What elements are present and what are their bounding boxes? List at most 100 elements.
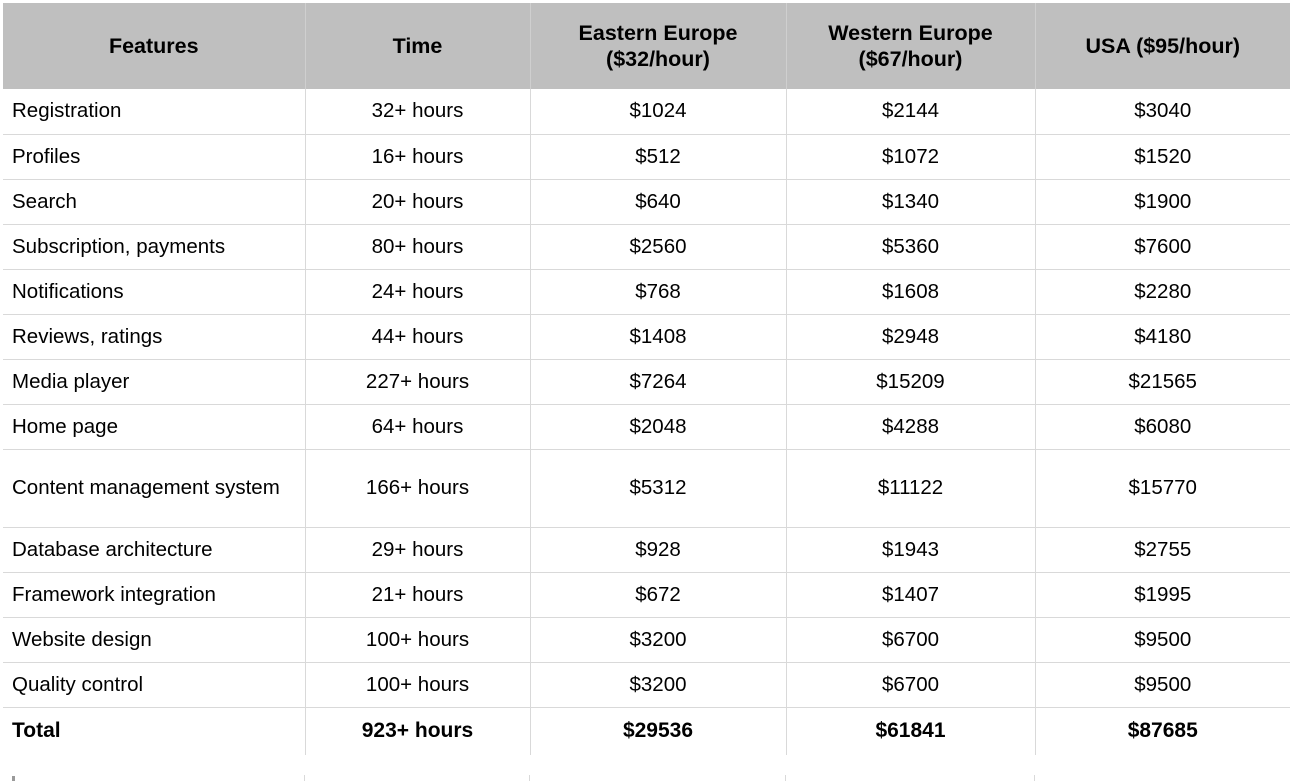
table-row: Profiles 16+ hours $512 $1072 $1520 <box>3 134 1290 180</box>
cell-feature: Search <box>3 179 306 225</box>
cell-time: 16+ hours <box>305 134 531 180</box>
cell-feature: Content management system <box>3 449 306 528</box>
cell-western-europe: $6700 <box>786 617 1036 663</box>
table-row: Website design 100+ hours $3200 $6700 $9… <box>3 617 1290 663</box>
cell-usa: $7600 <box>1035 224 1290 270</box>
cost-estimate-table: Features Time Eastern Europe ($32/hour) … <box>3 3 1290 755</box>
cell-western-europe: $11122 <box>786 449 1036 528</box>
column-header-western-europe-line1: Western Europe <box>828 21 993 45</box>
cell-time: 100+ hours <box>305 662 531 708</box>
cell-western-europe: $2144 <box>786 89 1036 135</box>
cell-usa: $3040 <box>1035 89 1290 135</box>
cell-usa: $9500 <box>1035 617 1290 663</box>
clipped-row-segment-time <box>305 775 530 781</box>
table-row: Framework integration 21+ hours $672 $14… <box>3 572 1290 618</box>
cell-eastern-europe: $512 <box>530 134 787 180</box>
table-row: Content management system 166+ hours $53… <box>3 449 1290 528</box>
clipped-row-text-fragment <box>12 776 15 781</box>
cell-eastern-europe: $2560 <box>530 224 787 270</box>
table-row: Notifications 24+ hours $768 $1608 $2280 <box>3 269 1290 315</box>
clipped-row-segment-usa <box>1035 775 1290 781</box>
table-row: Quality control 100+ hours $3200 $6700 $… <box>3 662 1290 708</box>
cell-western-europe: $6700 <box>786 662 1036 708</box>
table-header: Features Time Eastern Europe ($32/hour) … <box>3 3 1290 89</box>
cell-time: 21+ hours <box>305 572 531 618</box>
table-row: Registration 32+ hours $1024 $2144 $3040 <box>3 89 1290 135</box>
table-row: Media player 227+ hours $7264 $15209 $21… <box>3 359 1290 405</box>
cell-total-time: 923+ hours <box>305 707 531 755</box>
cell-feature: Home page <box>3 404 306 450</box>
column-header-time: Time <box>305 3 531 89</box>
cell-eastern-europe: $7264 <box>530 359 787 405</box>
cell-time: 227+ hours <box>305 359 531 405</box>
clipped-row-segment-feature <box>3 775 305 781</box>
cell-western-europe: $5360 <box>786 224 1036 270</box>
header-row: Features Time Eastern Europe ($32/hour) … <box>3 3 1290 89</box>
cell-feature: Website design <box>3 617 306 663</box>
column-header-western-europe: Western Europe ($67/hour) <box>786 3 1036 89</box>
clipped-row-segment-western-europe <box>786 775 1035 781</box>
cell-feature: Database architecture <box>3 527 306 573</box>
cell-western-europe: $1340 <box>786 179 1036 225</box>
cell-eastern-europe: $640 <box>530 179 787 225</box>
column-header-usa-label: USA ($95/hour) <box>1085 34 1241 58</box>
cell-eastern-europe: $2048 <box>530 404 787 450</box>
spreadsheet-canvas: Features Time Eastern Europe ($32/hour) … <box>0 0 1293 781</box>
cell-total-label: Total <box>3 707 306 755</box>
cell-time: 29+ hours <box>305 527 531 573</box>
cell-eastern-europe: $5312 <box>530 449 787 528</box>
column-header-time-label: Time <box>392 34 443 58</box>
cell-feature: Registration <box>3 89 306 135</box>
cell-western-europe: $1072 <box>786 134 1036 180</box>
cell-eastern-europe: $672 <box>530 572 787 618</box>
cell-eastern-europe: $3200 <box>530 617 787 663</box>
cell-western-europe: $1608 <box>786 269 1036 315</box>
cell-western-europe: $4288 <box>786 404 1036 450</box>
cell-time: 166+ hours <box>305 449 531 528</box>
table-row: Search 20+ hours $640 $1340 $1900 <box>3 179 1290 225</box>
cell-usa: $2280 <box>1035 269 1290 315</box>
cell-usa: $15770 <box>1035 449 1290 528</box>
table-total-row: Total 923+ hours $29536 $61841 $87685 <box>3 707 1290 755</box>
cell-usa: $9500 <box>1035 662 1290 708</box>
cell-usa: $1520 <box>1035 134 1290 180</box>
column-header-eastern-europe: Eastern Europe ($32/hour) <box>530 3 787 89</box>
cell-usa: $21565 <box>1035 359 1290 405</box>
table-row: Database architecture 29+ hours $928 $19… <box>3 527 1290 573</box>
table-row: Subscription, payments 80+ hours $2560 $… <box>3 224 1290 270</box>
clipped-row-segment-eastern-europe <box>530 775 786 781</box>
cell-time: 44+ hours <box>305 314 531 360</box>
cell-time: 24+ hours <box>305 269 531 315</box>
cell-eastern-europe: $3200 <box>530 662 787 708</box>
clipped-next-row <box>3 775 1290 781</box>
cell-feature: Subscription, payments <box>3 224 306 270</box>
cell-time: 64+ hours <box>305 404 531 450</box>
cell-western-europe: $15209 <box>786 359 1036 405</box>
cell-total-western-europe: $61841 <box>786 707 1036 755</box>
cell-usa: $6080 <box>1035 404 1290 450</box>
cell-eastern-europe: $1024 <box>530 89 787 135</box>
cell-western-europe: $1943 <box>786 527 1036 573</box>
cell-eastern-europe: $768 <box>530 269 787 315</box>
cell-time: 100+ hours <box>305 617 531 663</box>
cell-eastern-europe: $1408 <box>530 314 787 360</box>
cell-time: 80+ hours <box>305 224 531 270</box>
column-header-features-label: Features <box>108 34 199 58</box>
cell-feature: Media player <box>3 359 306 405</box>
cell-western-europe: $1407 <box>786 572 1036 618</box>
column-header-eastern-europe-line2: ($32/hour) <box>606 47 710 71</box>
cell-feature: Quality control <box>3 662 306 708</box>
cell-time: 20+ hours <box>305 179 531 225</box>
cell-usa: $1900 <box>1035 179 1290 225</box>
cell-usa: $1995 <box>1035 572 1290 618</box>
cell-feature: Profiles <box>3 134 306 180</box>
table-body: Registration 32+ hours $1024 $2144 $3040… <box>3 89 1290 755</box>
cell-eastern-europe: $928 <box>530 527 787 573</box>
cell-usa: $4180 <box>1035 314 1290 360</box>
column-header-features: Features <box>3 3 306 89</box>
cell-total-eastern-europe: $29536 <box>530 707 787 755</box>
cell-feature: Reviews, ratings <box>3 314 306 360</box>
column-header-usa: USA ($95/hour) <box>1035 3 1290 89</box>
cell-time: 32+ hours <box>305 89 531 135</box>
table-row: Home page 64+ hours $2048 $4288 $6080 <box>3 404 1290 450</box>
